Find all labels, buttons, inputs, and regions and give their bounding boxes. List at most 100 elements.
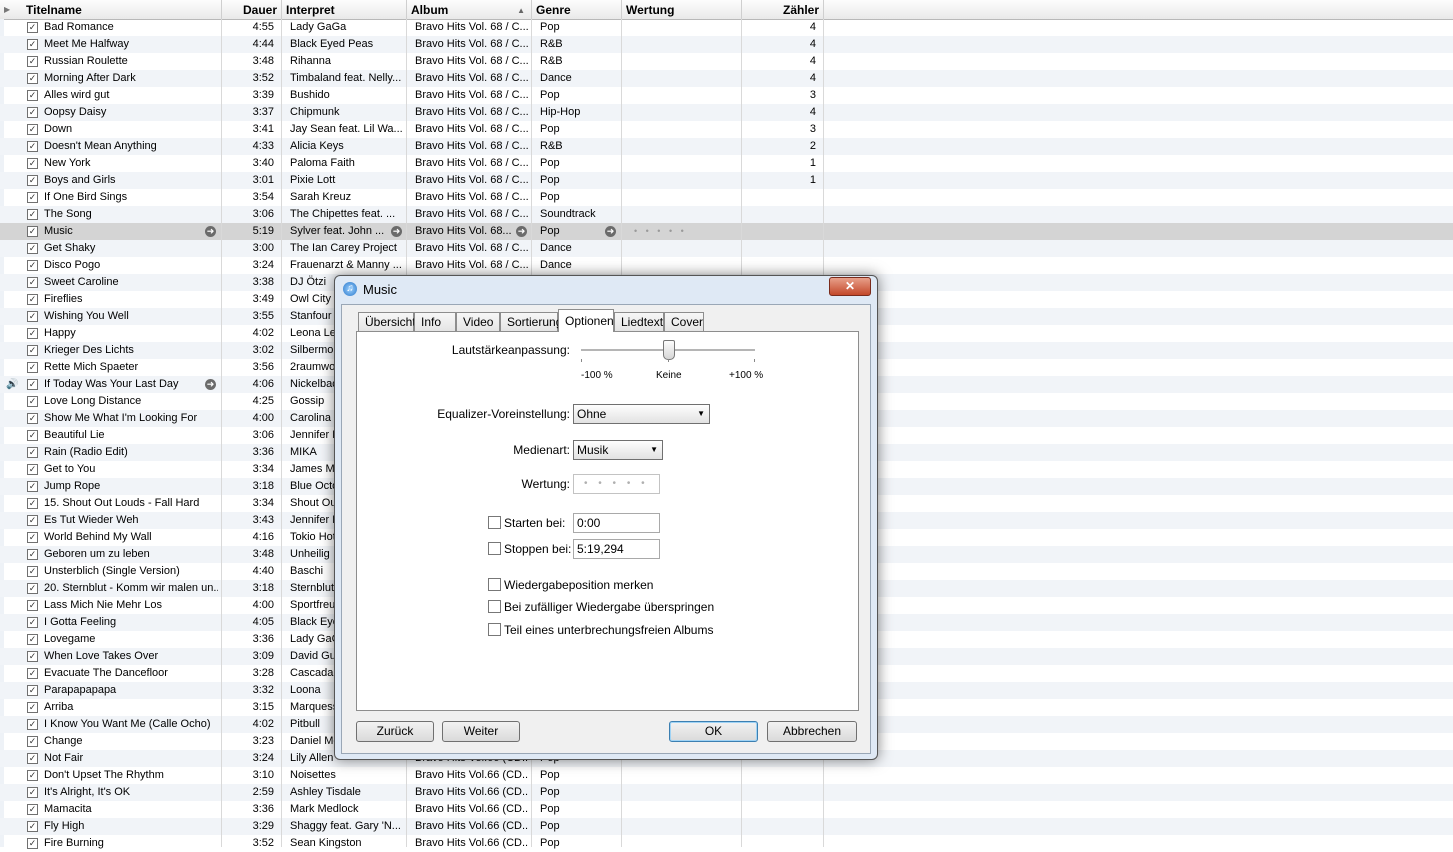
column-duration-header[interactable]: Dauer [222,0,282,19]
track-checkbox[interactable]: ✓ [27,702,38,713]
track-checkbox[interactable]: ✓ [27,600,38,611]
track-checkbox[interactable]: ✓ [27,209,38,220]
next-button[interactable]: Weiter [442,721,520,742]
table-row[interactable]: ✓ Bad Romance 4:55 Lady GaGa Bravo Hits Vol.… [0,19,1453,36]
table-row[interactable]: ✓ It's Alright, It's OK 2:59 Ashley Tisdale… [0,784,1453,801]
start-time-input[interactable]: 0:00 [573,513,660,533]
track-checkbox[interactable]: ✓ [27,311,38,322]
arrow-link-icon[interactable]: ➜ [391,226,402,237]
track-checkbox[interactable]: ✓ [27,634,38,645]
header-expand-icon[interactable]: ▶ [4,0,10,20]
arrow-link-icon[interactable]: ➜ [205,379,216,390]
track-checkbox[interactable]: ✓ [27,549,38,560]
table-row[interactable]: ✓ Meet Me Halfway 4:44 Black Eyed Peas Bravo… [0,36,1453,53]
track-checkbox[interactable]: ✓ [27,430,38,441]
track-checkbox[interactable]: ✓ [27,651,38,662]
remember-position-checkbox[interactable] [488,578,501,591]
column-album-header[interactable]: Album ▲ [407,0,532,19]
track-checkbox[interactable]: ✓ [27,447,38,458]
track-checkbox[interactable]: ✓ [27,787,38,798]
tab-lyrics[interactable]: Liedtext [614,312,664,331]
table-row[interactable]: ✓ Morning After Dark 3:52 Timbaland feat. N… [0,70,1453,87]
track-checkbox[interactable]: ✓ [27,192,38,203]
track-checkbox[interactable]: ✓ [27,294,38,305]
arrow-link-icon[interactable]: ➜ [605,226,616,237]
track-checkbox[interactable]: ✓ [27,804,38,815]
table-row[interactable]: ✓ Alles wird gut 3:39 Bushido Bravo Hits Vol… [0,87,1453,104]
track-checkbox[interactable]: ✓ [27,719,38,730]
table-row[interactable]: ✓ Get Shaky 3:00 The Ian Carey Project Bravo… [0,240,1453,257]
table-row[interactable]: ✓ Fire Burning 3:52 Sean Kingston Bravo Hits… [0,835,1453,852]
track-checkbox[interactable]: ✓ [27,498,38,509]
track-checkbox[interactable]: ✓ [27,736,38,747]
table-row[interactable]: ✓ Boys and Girls 3:01 Pixie Lott Bravo Hits … [0,172,1453,189]
track-checkbox[interactable]: ✓ [27,617,38,628]
column-playcount-header[interactable]: Zähler [742,0,824,19]
track-checkbox[interactable]: ✓ [27,39,38,50]
volume-slider-handle[interactable] [663,340,675,360]
tab-sorting[interactable]: Sortierung [500,312,562,331]
table-row[interactable]: ✓ Music 5:19 Sylver feat. John ... Bravo Hit… [0,223,1453,240]
track-checkbox[interactable]: ✓ [27,379,38,390]
table-row[interactable]: ✓ Mamacita 3:36 Mark Medlock Bravo Hits Vol.… [0,801,1453,818]
stop-time-checkbox[interactable] [488,542,501,555]
column-rating-header[interactable]: Wertung [622,0,742,19]
track-checkbox[interactable]: ✓ [27,124,38,135]
track-checkbox[interactable]: ✓ [27,175,38,186]
tab-options[interactable]: Optionen [558,309,614,332]
track-checkbox[interactable]: ✓ [27,362,38,373]
table-row[interactable]: ✓ Russian Roulette 3:48 Rihanna Bravo Hits V… [0,53,1453,70]
track-checkbox[interactable]: ✓ [27,685,38,696]
track-checkbox[interactable]: ✓ [27,56,38,67]
track-checkbox[interactable]: ✓ [27,566,38,577]
column-genre-header[interactable]: Genre [532,0,622,19]
track-checkbox[interactable]: ✓ [27,396,38,407]
tab-info[interactable]: Info [414,312,456,331]
table-row[interactable]: ✓ Doesn't Mean Anything 4:33 Alicia Keys Bra… [0,138,1453,155]
track-checkbox[interactable]: ✓ [27,158,38,169]
tab-overview[interactable]: Übersicht [358,312,416,331]
table-row[interactable]: ✓ Fly High 3:29 Shaggy feat. Gary 'N... Brav… [0,818,1453,835]
track-checkbox[interactable]: ✓ [27,73,38,84]
column-title-header[interactable]: Titelname [22,0,222,19]
table-row[interactable]: ✓ The Song 3:06 The Chipettes feat. ... Brav… [0,206,1453,223]
track-checkbox[interactable]: ✓ [27,413,38,424]
table-row[interactable]: ✓ New York 3:40 Paloma Faith Bravo Hits Vol.… [0,155,1453,172]
track-checkbox[interactable]: ✓ [27,90,38,101]
track-checkbox[interactable]: ✓ [27,838,38,849]
track-checkbox[interactable]: ✓ [27,226,38,237]
tab-video[interactable]: Video [456,312,500,331]
stop-time-input[interactable]: 5:19,294 [573,539,660,559]
track-checkbox[interactable]: ✓ [27,345,38,356]
track-checkbox[interactable]: ✓ [27,753,38,764]
table-row[interactable]: ✓ Oopsy Daisy 3:37 Chipmunk Bravo Hits Vol. … [0,104,1453,121]
track-checkbox[interactable]: ✓ [27,328,38,339]
track-checkbox[interactable]: ✓ [27,668,38,679]
cancel-button[interactable]: Abbrechen [767,721,857,742]
track-checkbox[interactable]: ✓ [27,277,38,288]
table-row[interactable]: ✓ If One Bird Sings 3:54 Sarah Kreuz Bravo H… [0,189,1453,206]
track-checkbox[interactable]: ✓ [27,532,38,543]
track-checkbox[interactable]: ✓ [27,141,38,152]
track-checkbox[interactable]: ✓ [27,515,38,526]
track-checkbox[interactable]: ✓ [27,464,38,475]
track-checkbox[interactable]: ✓ [27,243,38,254]
table-row[interactable]: ✓ Disco Pogo 3:24 Frauenarzt & Manny ... Bra… [0,257,1453,274]
back-button[interactable]: Zurück [356,721,434,742]
ok-button[interactable]: OK [669,721,758,742]
track-checkbox[interactable]: ✓ [27,107,38,118]
track-checkbox[interactable]: ✓ [27,22,38,33]
tab-artwork[interactable]: Cover [664,312,704,331]
media-type-select[interactable]: Musik ▼ [573,440,663,460]
start-time-checkbox[interactable] [488,516,501,529]
arrow-link-icon[interactable]: ➜ [516,226,527,237]
close-button[interactable]: ✕ [829,277,871,296]
equalizer-select[interactable]: Ohne ▼ [573,404,710,424]
column-artist-header[interactable]: Interpret [282,0,407,19]
track-rating[interactable]: • • • • • [630,223,687,240]
rating-field[interactable]: • • • • • [573,474,660,494]
table-row[interactable]: ✓ Down 3:41 Jay Sean feat. Lil Wa... Bravo H… [0,121,1453,138]
track-checkbox[interactable]: ✓ [27,770,38,781]
gapless-album-checkbox[interactable] [488,623,501,636]
table-row[interactable]: ✓ Don't Upset The Rhythm 3:10 Noisettes Brav… [0,767,1453,784]
